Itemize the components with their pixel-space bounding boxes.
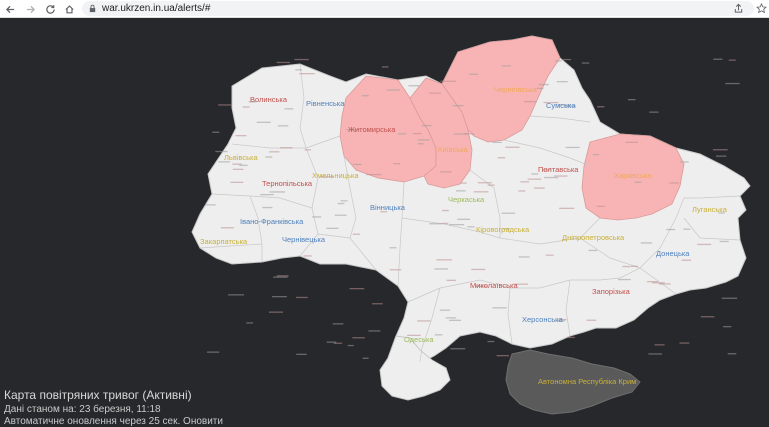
share-icon[interactable] (733, 3, 744, 14)
data-timestamp: Дані станом на: 23 березня, 11:18 (4, 404, 161, 415)
label-kyivska: Київська (438, 145, 469, 154)
label-volynska: Волинська (250, 95, 288, 104)
label-rivnenska: Рівненська (306, 99, 345, 108)
label-zakarpatska: Закарпатська (200, 237, 248, 246)
label-mykolaivska: Миколаївська (470, 281, 518, 290)
address-bar[interactable]: war.ukrzen.in.ua/alerts/# (82, 1, 754, 16)
label-odeska: Одеська (404, 335, 434, 344)
label-zaporizka: Запорізька (592, 287, 631, 296)
url-text[interactable]: war.ukrzen.in.ua/alerts/# (102, 2, 210, 15)
label-kharkivska: Харківська (614, 171, 652, 180)
label-chernihivska: Чернігівська (494, 85, 538, 94)
home-icon[interactable] (61, 1, 77, 17)
bookmark-star-icon[interactable] (756, 3, 767, 14)
forward-icon[interactable] (22, 1, 38, 17)
label-khersonska: Херсонська (522, 315, 564, 324)
label-cherkaska: Черкаська (448, 195, 485, 204)
map-title: Карта повітряних тривог (Активні) (4, 388, 192, 402)
reload-icon[interactable] (42, 1, 58, 17)
label-sumska: Сумська (546, 101, 576, 110)
label-vinnytska: Вінницька (370, 203, 406, 212)
label-ivano: Івано-Франківська (240, 217, 304, 226)
browser-toolbar: war.ukrzen.in.ua/alerts/# (0, 0, 769, 18)
lock-icon[interactable] (88, 4, 97, 13)
back-icon[interactable] (2, 1, 18, 17)
label-chernivetska: Чернівецька (282, 235, 326, 244)
label-ternopilska: Тернопільська (262, 179, 313, 188)
alert-map: Волинська Рівненська Житомирська Київськ… (0, 18, 769, 427)
label-poltavska: Полтавська (538, 165, 579, 174)
label-dnipro: Дніпропетровська (562, 233, 625, 242)
label-zhytomyrska: Житомирська (348, 125, 396, 134)
label-crimea: Автономна Республіка Крим (538, 377, 636, 386)
label-lvivska: Львівська (224, 153, 258, 162)
label-donetska: Донецька (656, 249, 690, 258)
label-luhanska: Луганська (692, 205, 728, 214)
label-khmelnytska: Хмельницька (312, 171, 359, 180)
auto-update-notice[interactable]: Автоматичне оновлення через 25 сек. Онов… (4, 416, 223, 427)
label-kirovohradska: Кіровоградська (476, 225, 530, 234)
region-labels-layer: Волинська Рівненська Житомирська Київськ… (200, 85, 728, 386)
